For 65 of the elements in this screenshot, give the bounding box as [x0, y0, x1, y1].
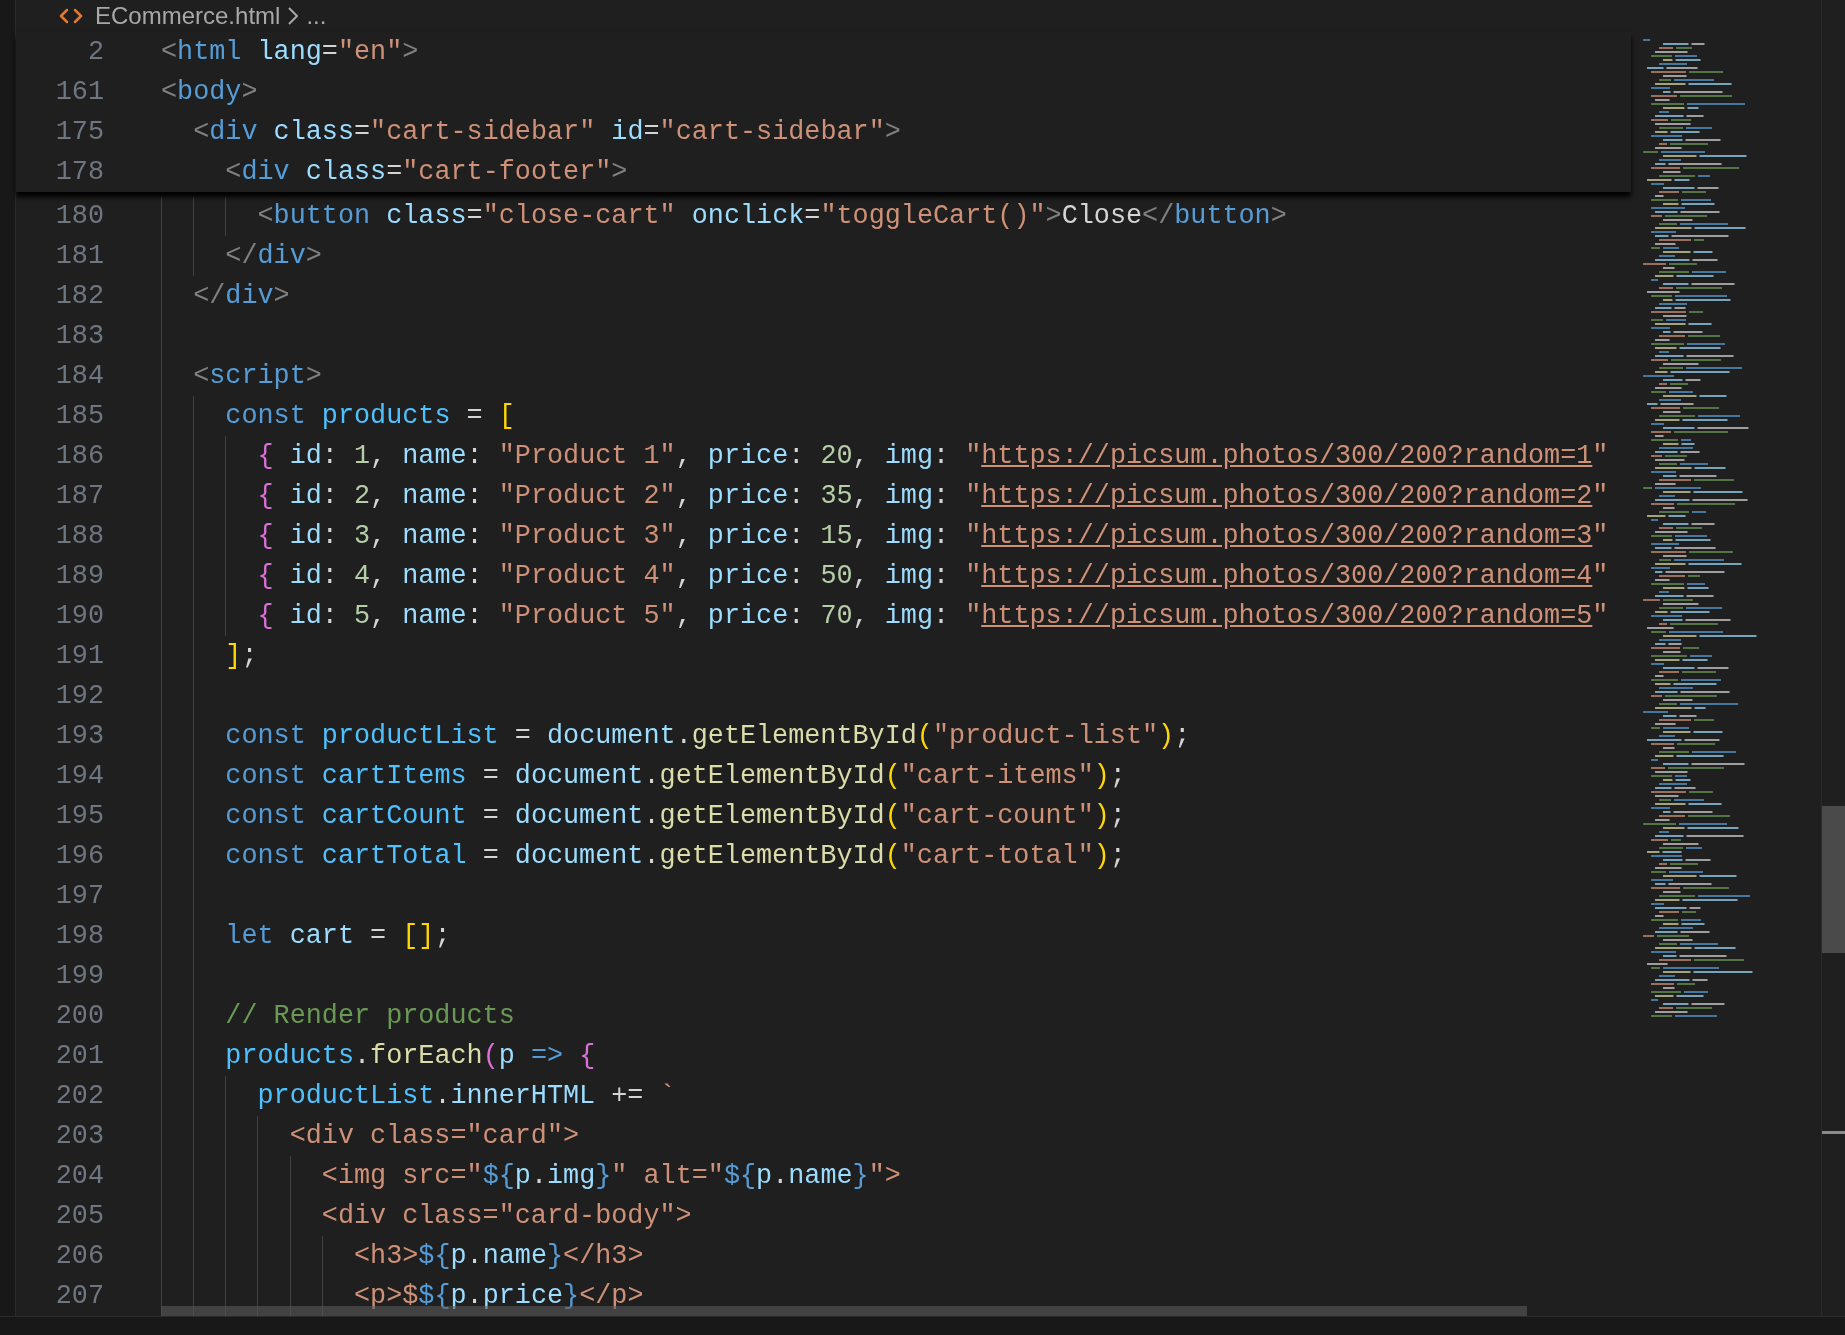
line-number: 198 [54, 919, 104, 953]
line-number: 190 [54, 599, 104, 633]
code-line: const products = [ [224, 399, 515, 433]
line-number: 207 [54, 1279, 104, 1313]
line-number: 197 [54, 879, 104, 913]
code-line: <div class="card-body"> [320, 1199, 692, 1233]
line-number: 192 [54, 679, 104, 713]
cursor-marker [1822, 1131, 1845, 1134]
line-number: 189 [54, 559, 104, 593]
line-number: 196 [54, 839, 104, 873]
code-line: const productList = document.getElementById("product-list"); [224, 719, 1191, 753]
line-number: 206 [54, 1239, 104, 1273]
code-line: let cart = []; [224, 919, 451, 953]
code-line: <div class="cart-sidebar" id="cart-sidebar"> [192, 115, 901, 149]
line-number: 161 [54, 75, 104, 109]
code-line: products.forEach(p => { [224, 1039, 596, 1073]
line-number: 180 [54, 199, 104, 233]
line-number: 187 [54, 479, 104, 513]
code-line: // Render products [224, 999, 515, 1033]
code-line: </div> [224, 239, 322, 273]
code-line: { id: 2, name: "Product 2", price: 35, img: "https://picsum.photos/300/200?random=2" [256, 479, 1609, 513]
code-line: <button class="close-cart" onclick="toggleCart()">Close</button> [256, 199, 1287, 233]
code-line: { id: 3, name: "Product 3", price: 15, img: "https://picsum.photos/300/200?random=3" [256, 519, 1609, 553]
code-line: { id: 4, name: "Product 4", price: 50, img: "https://picsum.photos/300/200?random=4" [256, 559, 1609, 593]
chevron-right-icon [288, 7, 299, 25]
code-line: productList.innerHTML += ` [256, 1079, 676, 1113]
line-number: 2 [86, 35, 104, 69]
line-number: 181 [54, 239, 104, 273]
line-number: 200 [54, 999, 104, 1033]
line-number: 182 [54, 279, 104, 313]
line-number: 201 [54, 1039, 104, 1073]
code-line: <script> [192, 359, 322, 393]
vertical-scrollbar-thumb[interactable] [1822, 806, 1845, 953]
code-line: <html lang="en"> [161, 35, 419, 69]
line-number: 191 [54, 639, 104, 673]
line-number: 199 [54, 959, 104, 993]
code-line: <p>$${p.price}</p> [352, 1279, 644, 1313]
code-line: const cartTotal = document.getElementById("cart-total"); [224, 839, 1126, 873]
line-number: 204 [54, 1159, 104, 1193]
code-line: const cartItems = document.getElementById("cart-items"); [224, 759, 1126, 793]
line-number: 184 [54, 359, 104, 393]
line-number: 195 [54, 799, 104, 833]
code-line: <body> [161, 75, 258, 109]
code-line: <div class="card"> [288, 1119, 580, 1153]
code-line: <h3>${p.name}</h3> [352, 1239, 644, 1273]
line-number: 185 [54, 399, 104, 433]
line-number: 205 [54, 1199, 104, 1233]
line-number: 194 [54, 759, 104, 793]
line-number: 175 [54, 115, 104, 149]
breadcrumb-item[interactable]: ... [306, 0, 327, 34]
line-number: 202 [54, 1079, 104, 1113]
line-number: 188 [54, 519, 104, 553]
code-line: </div> [192, 279, 290, 313]
code-line: <div class="cart-footer"> [224, 155, 628, 189]
breadcrumb-file[interactable]: ECommerce.html [95, 0, 281, 34]
code-line: { id: 5, name: "Product 5", price: 70, img: "https://picsum.photos/300/200?random=5" [256, 599, 1609, 633]
line-number: 183 [54, 319, 104, 353]
code-line: { id: 1, name: "Product 1", price: 20, img: "https://picsum.photos/300/200?random=1" [256, 439, 1609, 473]
line-number: 203 [54, 1119, 104, 1153]
code-line: ]; [224, 639, 258, 673]
code-line: const cartCount = document.getElementById("cart-count"); [224, 799, 1126, 833]
line-number: 186 [54, 439, 104, 473]
line-number: 193 [54, 719, 104, 753]
code-line: <img src="${p.img}" alt="${p.name}"> [320, 1159, 901, 1193]
line-number: 178 [54, 155, 104, 189]
